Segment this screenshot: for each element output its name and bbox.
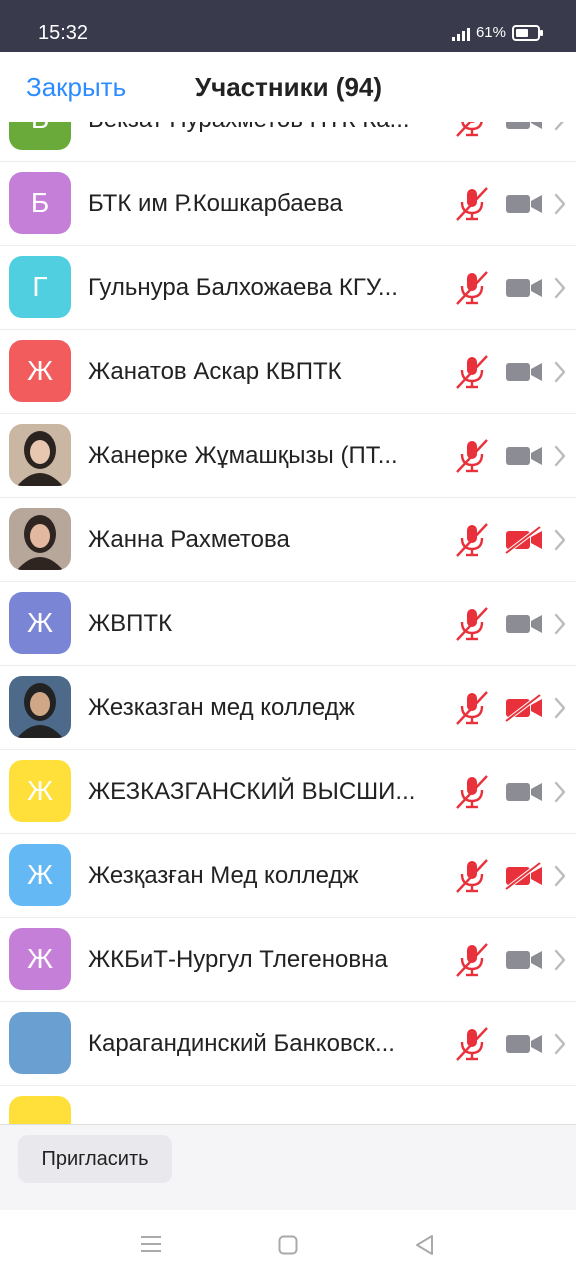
mic-muted-icon[interactable] — [454, 858, 490, 894]
participant-row[interactable]: Б Бекзат Нурахметов ПТК Ка... — [0, 122, 576, 162]
chevron-right-icon[interactable] — [553, 1032, 567, 1056]
invite-button[interactable]: Пригласить — [18, 1135, 172, 1183]
back-icon[interactable] — [414, 1234, 434, 1256]
mic-muted-icon[interactable] — [454, 606, 490, 642]
video-disabled-icon[interactable] — [504, 861, 544, 891]
mic-muted-icon[interactable] — [454, 354, 490, 390]
avatar: Ж — [9, 592, 71, 654]
participant-name: БТК им Р.Кошкарбаева — [88, 190, 343, 217]
chevron-right-icon[interactable] — [553, 360, 567, 384]
home-icon[interactable] — [278, 1235, 298, 1255]
avatar: Г — [9, 256, 71, 318]
participant-row[interactable] — [0, 1086, 576, 1124]
avatar: Ж — [9, 760, 71, 822]
status-indicators: 61% — [451, 24, 543, 41]
chevron-right-icon[interactable] — [553, 948, 567, 972]
chevron-right-icon[interactable] — [553, 444, 567, 468]
battery-percent: 61% — [475, 24, 506, 41]
participant-row[interactable]: Ж ЖЕЗКАЗГАНСКИЙ ВЫСШИ... — [0, 750, 576, 834]
video-off-icon[interactable] — [504, 442, 544, 470]
participant-list-content: Б Бекзат Нурахметов ПТК Ка... Б БТК им Р.Ко… — [0, 122, 576, 1124]
mic-muted-icon[interactable] — [454, 270, 490, 306]
avatar: Б — [9, 122, 71, 150]
participant-name: Гульнура Балхожаева КГУ... — [88, 274, 398, 301]
participant-row[interactable]: Ж Жанатов Аскар КВПТК — [0, 330, 576, 414]
mic-muted-icon[interactable] — [454, 1026, 490, 1062]
mic-muted-icon[interactable] — [454, 522, 490, 558]
video-disabled-icon[interactable] — [504, 693, 544, 723]
menu-icon[interactable] — [140, 1235, 162, 1253]
avatar — [9, 1012, 71, 1074]
mic-muted-icon[interactable] — [454, 690, 490, 726]
avatar: Ж — [9, 340, 71, 402]
avatar — [9, 508, 71, 570]
battery-icon — [512, 24, 543, 41]
footer: Пригласить — [0, 1124, 576, 1211]
participant-list[interactable]: Б Бекзат Нурахметов ПТК Ка... Б БТК им Р.Ко… — [0, 122, 576, 1124]
page-title: Участники (94) — [194, 72, 383, 102]
video-off-icon[interactable] — [504, 122, 544, 134]
video-off-icon[interactable] — [504, 778, 544, 806]
chevron-right-icon[interactable] — [553, 122, 567, 132]
chevron-right-icon[interactable] — [553, 780, 567, 804]
video-off-icon[interactable] — [504, 274, 544, 302]
chevron-right-icon[interactable] — [553, 612, 567, 636]
avatar — [9, 424, 71, 486]
participant-row[interactable]: Б БТК им Р.Кошкарбаева — [0, 162, 576, 246]
participant-name: Жанерке Жұмашқызы (ПТ... — [88, 442, 398, 469]
signal-icon — [451, 25, 470, 41]
header: Закрыть Участники (94) — [0, 52, 576, 122]
participant-name: Жезқазған Мед колледж — [88, 862, 359, 889]
participant-name: Жанна Рахметова — [88, 526, 290, 553]
chevron-right-icon[interactable] — [553, 696, 567, 720]
participant-name: ЖВПТК — [88, 610, 173, 637]
participant-name: ЖКБиТ-Нургул Тлегеновна — [88, 946, 388, 973]
video-off-icon[interactable] — [504, 358, 544, 386]
participant-name: Карагандинский Банковск... — [88, 1030, 395, 1057]
participant-name: Бекзат Нурахметов ПТК Ка... — [88, 122, 433, 162]
participant-name: ЖЕЗКАЗГАНСКИЙ ВЫСШИ... — [88, 778, 416, 805]
participant-name: Жезказган мед колледж — [88, 694, 355, 721]
mic-muted-icon[interactable] — [454, 186, 490, 222]
mic-muted-icon[interactable] — [454, 774, 490, 810]
participant-row[interactable]: Г Гульнура Балхожаева КГУ... — [0, 246, 576, 330]
status-time: 15:32 — [38, 22, 89, 44]
chevron-right-icon[interactable] — [553, 528, 567, 552]
mic-muted-icon[interactable] — [454, 122, 490, 138]
participant-name: Жанатов Аскар КВПТК — [88, 358, 342, 385]
avatar: Ж — [9, 844, 71, 906]
chevron-right-icon[interactable] — [553, 192, 567, 216]
participant-row[interactable]: Ж ЖВПТК — [0, 582, 576, 666]
video-off-icon[interactable] — [504, 190, 544, 218]
mic-muted-icon[interactable] — [454, 942, 490, 978]
system-nav-bar — [0, 1210, 576, 1280]
video-off-icon[interactable] — [504, 1030, 544, 1058]
video-disabled-icon[interactable] — [504, 525, 544, 555]
chevron-right-icon[interactable] — [553, 276, 567, 300]
participant-row[interactable]: Ж ЖКБиТ-Нургул Тлегеновна — [0, 918, 576, 1002]
participant-row[interactable]: Карагандинский Банковск... — [0, 1002, 576, 1086]
avatar: Ж — [9, 928, 71, 990]
participant-row[interactable]: Жезказган мед колледж — [0, 666, 576, 750]
avatar — [9, 1096, 71, 1124]
status-bar: 15:32 61% — [0, 0, 576, 52]
chevron-right-icon[interactable] — [553, 864, 567, 888]
mic-muted-icon[interactable] — [454, 438, 490, 474]
video-off-icon[interactable] — [504, 610, 544, 638]
participant-row[interactable]: Ж Жезқазған Мед колледж — [0, 834, 576, 918]
participant-row[interactable]: Жанерке Жұмашқызы (ПТ... — [0, 414, 576, 498]
video-off-icon[interactable] — [504, 946, 544, 974]
participant-row[interactable]: Жанна Рахметова — [0, 498, 576, 582]
avatar: Б — [9, 172, 71, 234]
avatar — [9, 676, 71, 738]
